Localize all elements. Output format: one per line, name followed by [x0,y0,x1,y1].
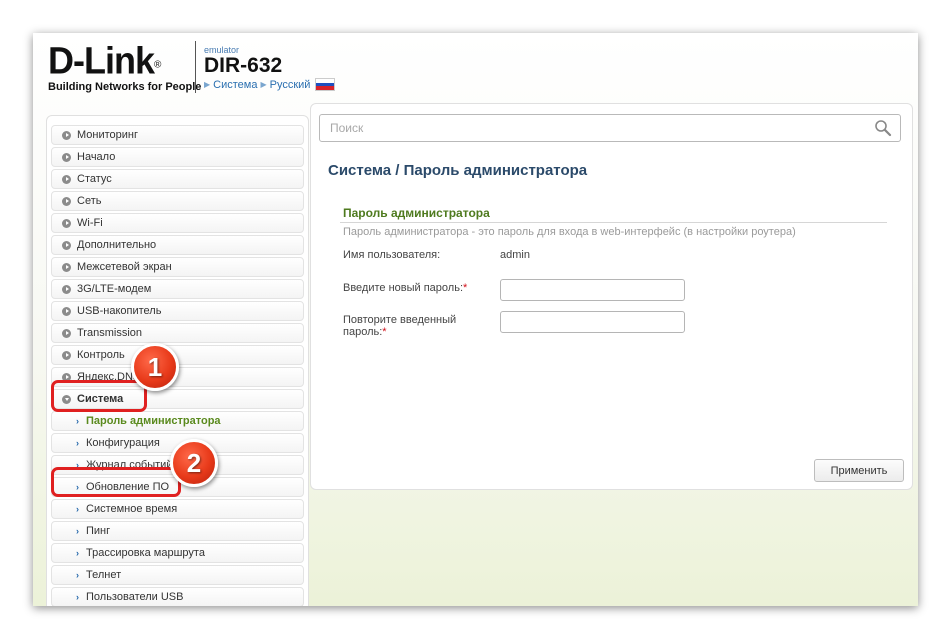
brand-name: D-Link® [48,38,161,82]
search-icon[interactable] [874,119,892,137]
sidebar-item-label: Дополнительно [77,239,157,251]
brand-tagline: Building Networks for People [48,81,202,93]
step-badge-1: 1 [131,343,179,391]
dlink-logo: D-Link® Building Networks for People [48,38,202,93]
chevron-right-icon: › [76,570,79,580]
bullet-arrow-icon [62,284,71,294]
bullet-arrow-icon [62,240,71,250]
bullet-arrow-icon [62,130,71,140]
sidebar-item-label: Wi-Fi [77,217,103,229]
new-password-field[interactable] [500,279,685,301]
model-name: DIR-632 [204,54,283,77]
page-title-section: Система / [328,162,400,179]
sidebar-item-label: Transmission [77,327,142,339]
sidebar-subitem-label: Конфигурация [86,437,160,449]
model-info: emulator DIR-632 ▶ Система ▶ Русский [204,45,336,91]
repeat-password-label: Повторите введенный пароль:* [343,314,456,338]
step-badge-2: 2 [170,439,218,487]
chevron-right-icon: › [76,438,79,448]
new-password-label-text: Введите новый пароль: [343,282,464,294]
sidebar-item-firewall[interactable]: Межсетевой экран [51,257,304,277]
sidebar-item-advanced[interactable]: Дополнительно [51,235,304,255]
crumb-arrow-icon: ▶ [260,80,267,89]
sidebar-item-label: Мониторинг [77,129,139,141]
crumb-system-link[interactable]: Система [213,79,257,91]
highlight-firmware-update [51,467,181,497]
main-panel: Система / Пароль администратора Пароль а… [310,103,913,490]
section-title: Пароль администратора [343,206,490,220]
bullet-arrow-icon [62,262,71,272]
header-divider [195,41,196,93]
sidebar-item-monitoring[interactable]: Мониторинг [51,125,304,145]
highlight-system-menu [51,380,147,412]
page-title: Система / Пароль администратора [328,162,587,179]
sidebar-item-label: Контроль [77,349,125,361]
sidebar-item-wifi[interactable]: Wi-Fi [51,213,304,233]
required-mark: * [382,326,387,338]
sidebar-item-label: USB-накопитель [77,305,162,317]
sidebar-subitem-label: Пинг [86,525,111,537]
page-title-page: Пароль администратора [403,162,588,179]
sidebar-item-network[interactable]: Сеть [51,191,304,211]
sidebar-subitem-usb-users[interactable]: › Пользователи USB [51,587,304,606]
new-password-label: Введите новый пароль:* [343,282,467,294]
bullet-arrow-icon [62,196,71,206]
sidebar-subitem-label: Пользователи USB [86,591,184,603]
chevron-right-icon: › [76,548,79,558]
sidebar-subitem-traceroute[interactable]: › Трассировка маршрута [51,543,304,563]
sidebar-subitem-ping[interactable]: › Пинг [51,521,304,541]
bullet-arrow-icon [62,218,71,228]
sidebar-item-label: Сеть [77,195,102,207]
repeat-password-field[interactable] [500,311,685,333]
section-divider [340,222,887,223]
bullet-arrow-icon [62,152,71,162]
russian-flag-icon[interactable] [315,78,336,91]
sidebar-subitem-label: Трассировка маршрута [86,547,205,559]
header-crumbs: ▶ Система ▶ Русский [204,78,336,91]
repeat-password-label-line1: Повторите введенный [343,314,457,326]
sidebar-item-transmission[interactable]: Transmission [51,323,304,343]
required-mark: * [463,282,468,294]
crumb-arrow-icon: ▶ [204,80,211,89]
username-value: admin [500,249,530,261]
sidebar-item-label: 3G/LTE-модем [77,283,152,295]
sidebar-item-status[interactable]: Статус [51,169,304,189]
chevron-right-icon: › [76,504,79,514]
router-web-ui: D-Link® Building Networks for People emu… [33,33,918,606]
sidebar-subitem-label: Пароль администратора [86,415,221,427]
section-description: Пароль администратора - это пароль для в… [343,226,796,238]
sidebar-subitem-system-time[interactable]: › Системное время [51,499,304,519]
chevron-right-icon: › [76,416,79,426]
bullet-arrow-icon [62,174,71,184]
sidebar-item-usb-storage[interactable]: USB-накопитель [51,301,304,321]
sidebar-subitem-label: Телнет [86,569,122,581]
language-link[interactable]: Русский [270,79,311,91]
sidebar-item-label: Начало [77,151,116,163]
apply-button[interactable]: Применить [814,459,904,482]
bullet-arrow-icon [62,306,71,316]
chevron-right-icon: › [76,526,79,536]
bullet-arrow-icon [62,328,71,338]
chevron-right-icon: › [76,592,79,602]
sidebar-item-start[interactable]: Начало [51,147,304,167]
repeat-password-label-line2: пароль: [343,326,383,338]
sidebar-subitem-label: Системное время [86,503,178,515]
search-input[interactable] [319,114,901,142]
username-label: Имя пользователя: [343,249,441,261]
sidebar-item-label: Статус [77,173,112,185]
bullet-arrow-icon [62,350,71,360]
sidebar-subitem-admin-password[interactable]: › Пароль администратора [51,411,304,431]
sidebar-item-3g-lte-modem[interactable]: 3G/LTE-модем [51,279,304,299]
sidebar-item-label: Межсетевой экран [77,261,172,273]
sidebar-subitem-telnet[interactable]: › Телнет [51,565,304,585]
